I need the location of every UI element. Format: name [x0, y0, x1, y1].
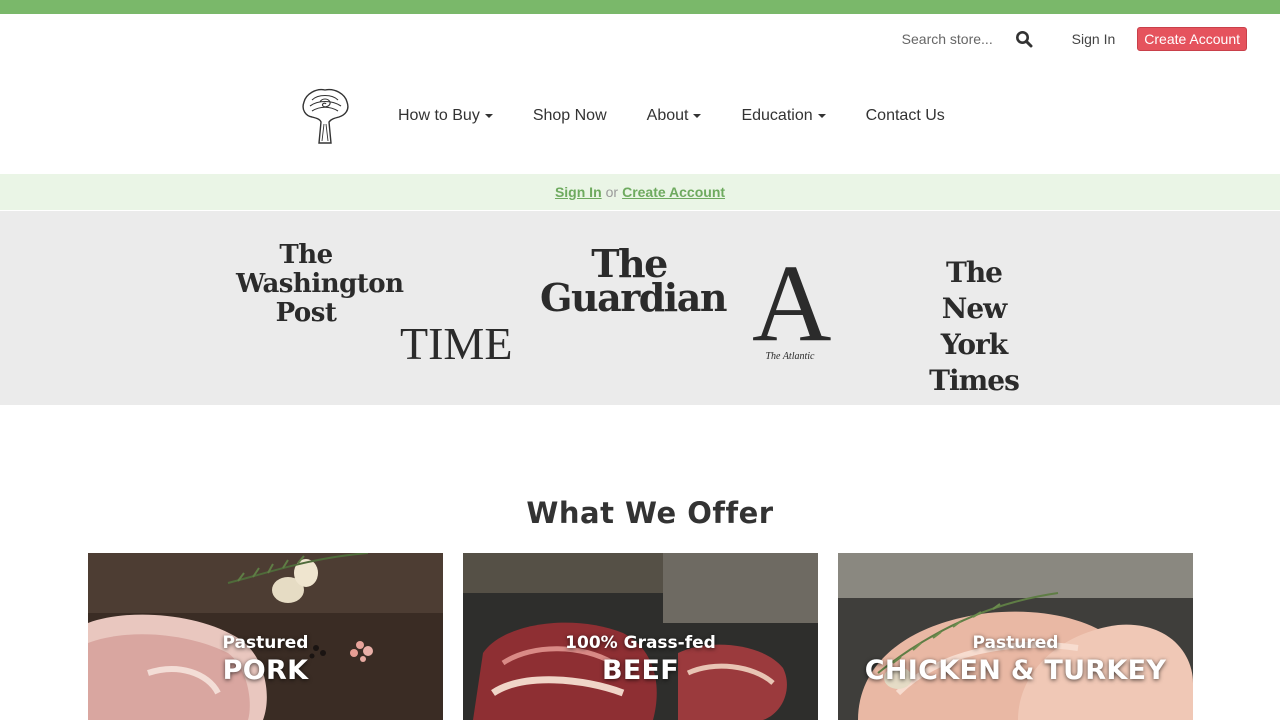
guardian-logo: The Guardian	[540, 245, 727, 320]
nav-about[interactable]: About	[647, 107, 702, 125]
wapo-line: Washington	[236, 269, 404, 299]
main-nav: How to Buy Shop Now About Education Cont…	[298, 86, 985, 146]
card-heading: BEEF	[601, 655, 680, 686]
card-subtitle: Pastured	[972, 633, 1059, 653]
atlantic-letter: A	[752, 242, 832, 364]
nav-education[interactable]: Education	[741, 107, 826, 125]
card-heading: PORK	[222, 655, 309, 686]
nav-contact-us[interactable]: Contact Us	[866, 107, 945, 125]
top-accent-bar	[0, 0, 1280, 14]
card-caption: Pastured PORK	[88, 633, 443, 689]
washington-post-logo: The Washington Post	[236, 240, 404, 328]
nyt-line: New York	[940, 292, 1008, 361]
card-caption: 100% Grass-fed BEEF	[463, 633, 818, 689]
utility-bar: Sign In Create Account	[901, 26, 1247, 52]
tree-logo[interactable]	[298, 86, 352, 146]
press-logos-section: The Washington Post TIME The Guardian A …	[0, 211, 1280, 405]
wapo-line: Post	[275, 298, 337, 328]
strip-create-account-link[interactable]: Create Account	[622, 184, 725, 200]
time-logo: TIME	[400, 318, 513, 369]
card-caption: Pastured CHICKEN & TURKEY	[838, 633, 1193, 689]
card-heading: CHICKEN & TURKEY	[864, 655, 1167, 686]
nav-how-to-buy[interactable]: How to Buy	[398, 107, 493, 125]
card-subtitle: Pastured	[222, 633, 309, 653]
strip-sign-in-link[interactable]: Sign In	[555, 184, 602, 200]
product-card-beef[interactable]: 100% Grass-fed BEEF	[463, 553, 818, 720]
strip-or-text: or	[605, 184, 619, 200]
create-account-button[interactable]: Create Account	[1137, 27, 1247, 51]
nav-label: Contact Us	[865, 107, 945, 124]
product-card-pork[interactable]: Pastured PORK	[88, 553, 443, 720]
caret-down-icon	[817, 114, 826, 118]
card-subtitle: 100% Grass-fed	[565, 633, 716, 653]
caret-down-icon	[484, 114, 493, 118]
product-card-chicken-turkey[interactable]: Pastured CHICKEN & TURKEY	[838, 553, 1193, 720]
nav-label: Education	[741, 107, 813, 124]
sign-in-link[interactable]: Sign In	[1072, 31, 1116, 47]
nyt-line: The	[945, 256, 1003, 289]
account-strip: Sign In or Create Account	[0, 174, 1280, 210]
section-title: What We Offer	[526, 496, 774, 530]
caret-down-icon	[693, 114, 702, 118]
wapo-line: The	[279, 240, 333, 270]
nav-shop-now[interactable]: Shop Now	[533, 107, 607, 125]
nyt-logo: The New York Times	[906, 255, 1042, 399]
nav-label: About	[646, 107, 689, 124]
nyt-line: Times	[929, 364, 1020, 397]
atlantic-logo: A The Atlantic	[752, 242, 832, 364]
nav-label: How to Buy	[398, 107, 480, 124]
nav-label: Shop Now	[532, 107, 607, 124]
search-input[interactable]	[901, 27, 1006, 51]
search-icon[interactable]	[1012, 27, 1036, 51]
guardian-line: Guardian	[540, 275, 727, 320]
